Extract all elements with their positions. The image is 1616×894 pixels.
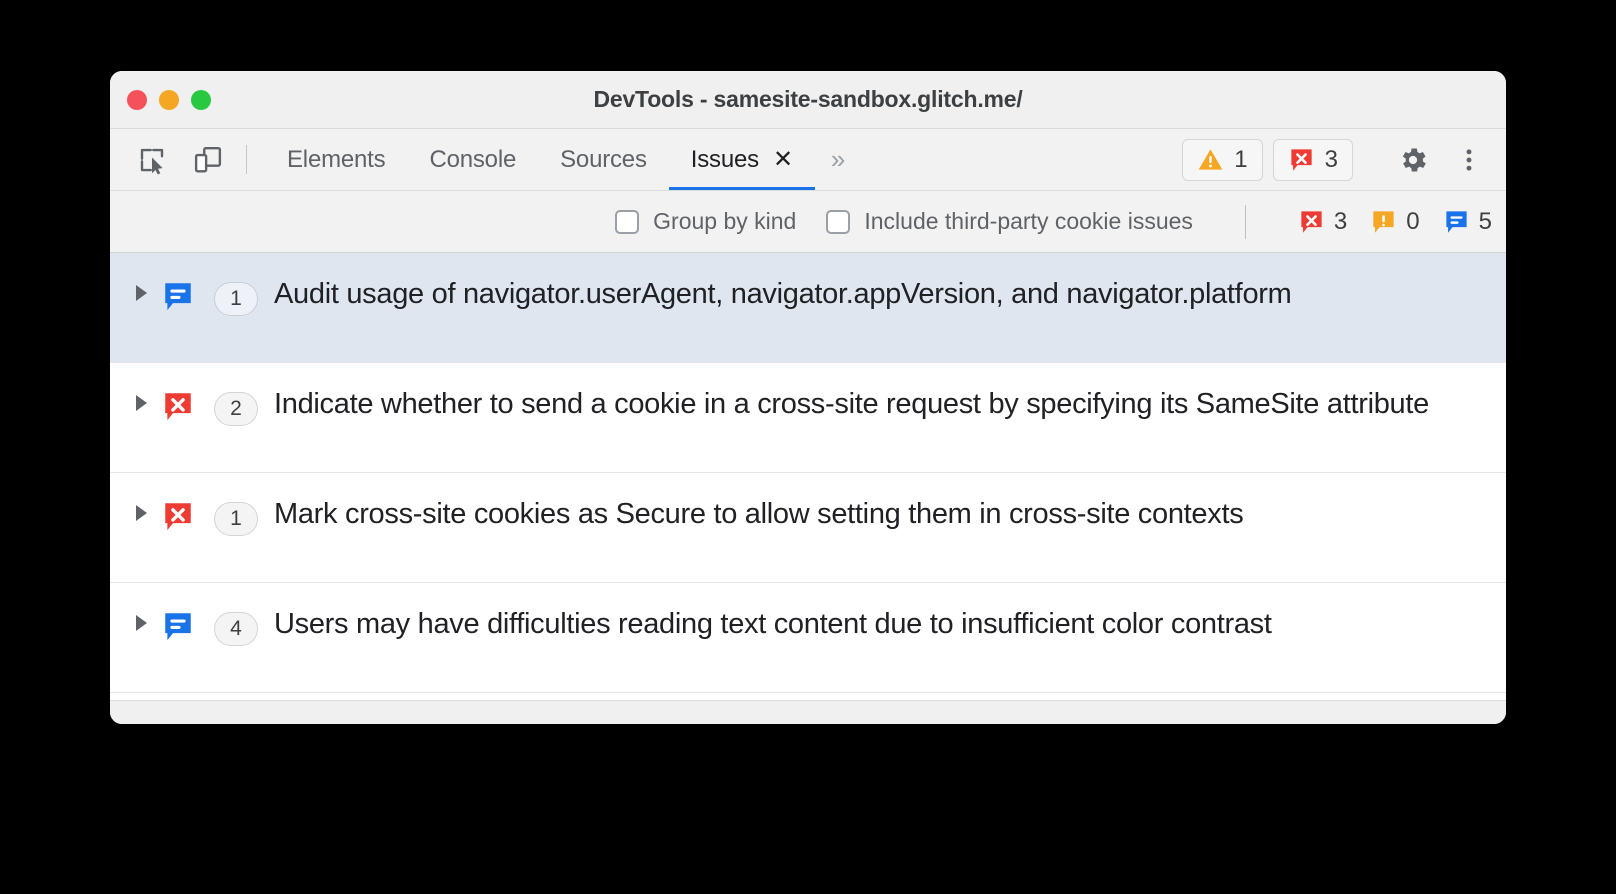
issue-count-badge: 1 bbox=[214, 502, 258, 536]
tab-console[interactable]: Console bbox=[407, 129, 538, 190]
issues-filter-bar: Group by kind Include third-party cookie… bbox=[110, 191, 1506, 253]
zoom-window-button[interactable] bbox=[191, 89, 211, 110]
devtools-window: DevTools - samesite-sandbox.glitch.me/ E… bbox=[110, 71, 1506, 724]
error-kind-count-label: 3 bbox=[1333, 207, 1348, 235]
gear-icon[interactable] bbox=[1390, 137, 1436, 183]
tab-sources[interactable]: Sources bbox=[538, 129, 669, 190]
issue-row[interactable]: 1 Mark cross-site cookies as Secure to a… bbox=[110, 473, 1506, 583]
info-bubble-icon bbox=[154, 273, 202, 313]
group-by-kind-label: Group by kind bbox=[653, 208, 797, 234]
tab-label: Console bbox=[429, 145, 517, 173]
warning-kind-count[interactable]: 0 bbox=[1370, 207, 1420, 236]
minimize-window-button[interactable] bbox=[159, 89, 179, 110]
issue-title: Audit usage of navigator.userAgent, navi… bbox=[274, 278, 1292, 310]
active-tab-underline bbox=[668, 187, 815, 190]
info-bubble-icon bbox=[154, 603, 202, 643]
info-bubble-icon bbox=[1446, 211, 1467, 233]
issue-row[interactable]: 2 Indicate whether to send a cookie in a… bbox=[110, 363, 1506, 473]
issue-count-badge: 2 bbox=[214, 392, 258, 426]
tabbar-left-icons bbox=[132, 129, 228, 190]
issue-title: Mark cross-site cookies as Secure to all… bbox=[274, 498, 1244, 530]
warning-count-label: 1 bbox=[1234, 145, 1248, 173]
checkbox-box[interactable] bbox=[826, 209, 851, 234]
include-third-party-checkbox[interactable]: Include third-party cookie issues bbox=[826, 208, 1193, 235]
filter-controls: Group by kind Include third-party cookie… bbox=[615, 204, 1492, 239]
tab-elements[interactable]: Elements bbox=[265, 129, 407, 190]
issues-list: 1 Audit usage of navigator.userAgent, na… bbox=[110, 253, 1506, 700]
tabbar-right-controls: 1 3 bbox=[1182, 129, 1492, 190]
panel-tabs: Elements Console Sources Issues ✕ bbox=[265, 129, 815, 190]
expand-issue-icon[interactable] bbox=[128, 493, 154, 521]
devtools-tabbar: Elements Console Sources Issues ✕ » 1 3 bbox=[110, 129, 1506, 191]
expand-issue-icon[interactable] bbox=[128, 383, 154, 411]
window-title: DevTools - samesite-sandbox.glitch.me/ bbox=[593, 86, 1023, 112]
more-vertical-icon[interactable] bbox=[1446, 137, 1492, 183]
issue-kind-counts: 3 0 5 bbox=[1298, 208, 1492, 236]
warning-triangle-icon bbox=[1198, 149, 1223, 170]
group-by-kind-checkbox[interactable]: Group by kind bbox=[615, 208, 796, 235]
error-count-button[interactable]: 3 bbox=[1272, 138, 1353, 181]
info-kind-count-label: 5 bbox=[1478, 207, 1492, 235]
error-bubble-icon bbox=[154, 493, 202, 533]
tab-issues[interactable]: Issues ✕ bbox=[668, 129, 815, 190]
warning-count-button[interactable]: 1 bbox=[1182, 138, 1263, 181]
info-kind-count[interactable]: 5 bbox=[1443, 208, 1492, 236]
tab-label: Issues bbox=[690, 145, 759, 173]
tab-label: Elements bbox=[287, 145, 386, 173]
screen: DevTools - samesite-sandbox.glitch.me/ E… bbox=[0, 0, 1616, 894]
issue-title: Indicate whether to send a cookie in a c… bbox=[274, 388, 1429, 420]
error-bubble-icon bbox=[1291, 149, 1312, 171]
issue-title: Users may have difficulties reading text… bbox=[274, 608, 1272, 640]
include-third-party-label: Include third-party cookie issues bbox=[864, 208, 1193, 234]
expand-issue-icon[interactable] bbox=[128, 603, 154, 631]
window-titlebar: DevTools - samesite-sandbox.glitch.me/ bbox=[110, 71, 1506, 129]
more-tabs-icon[interactable]: » bbox=[815, 129, 861, 190]
checkbox-box[interactable] bbox=[615, 209, 640, 234]
issue-count-badge: 1 bbox=[214, 282, 258, 316]
issue-count-badge: 4 bbox=[214, 612, 258, 646]
device-toolbar-icon[interactable] bbox=[188, 140, 228, 180]
error-count-label: 3 bbox=[1324, 145, 1338, 173]
issue-row[interactable]: 4 Users may have difficulties reading te… bbox=[110, 583, 1506, 693]
inspect-element-icon[interactable] bbox=[132, 140, 172, 180]
close-tab-icon[interactable]: ✕ bbox=[773, 147, 793, 172]
warning-kind-count-label: 0 bbox=[1406, 207, 1420, 235]
issue-row[interactable]: 1 Audit usage of navigator.userAgent, na… bbox=[110, 253, 1506, 363]
close-window-button[interactable] bbox=[127, 89, 147, 110]
tab-label: Sources bbox=[560, 145, 647, 173]
error-bubble-icon bbox=[154, 383, 202, 423]
filterbar-divider bbox=[1244, 204, 1246, 239]
window-footer bbox=[110, 700, 1506, 724]
warning-bubble-icon bbox=[1373, 211, 1394, 233]
traffic-lights bbox=[127, 89, 211, 110]
toolbar-divider bbox=[246, 145, 247, 174]
expand-issue-icon[interactable] bbox=[128, 273, 154, 301]
error-bubble-icon bbox=[1301, 211, 1322, 233]
error-kind-count[interactable]: 3 bbox=[1298, 208, 1347, 236]
